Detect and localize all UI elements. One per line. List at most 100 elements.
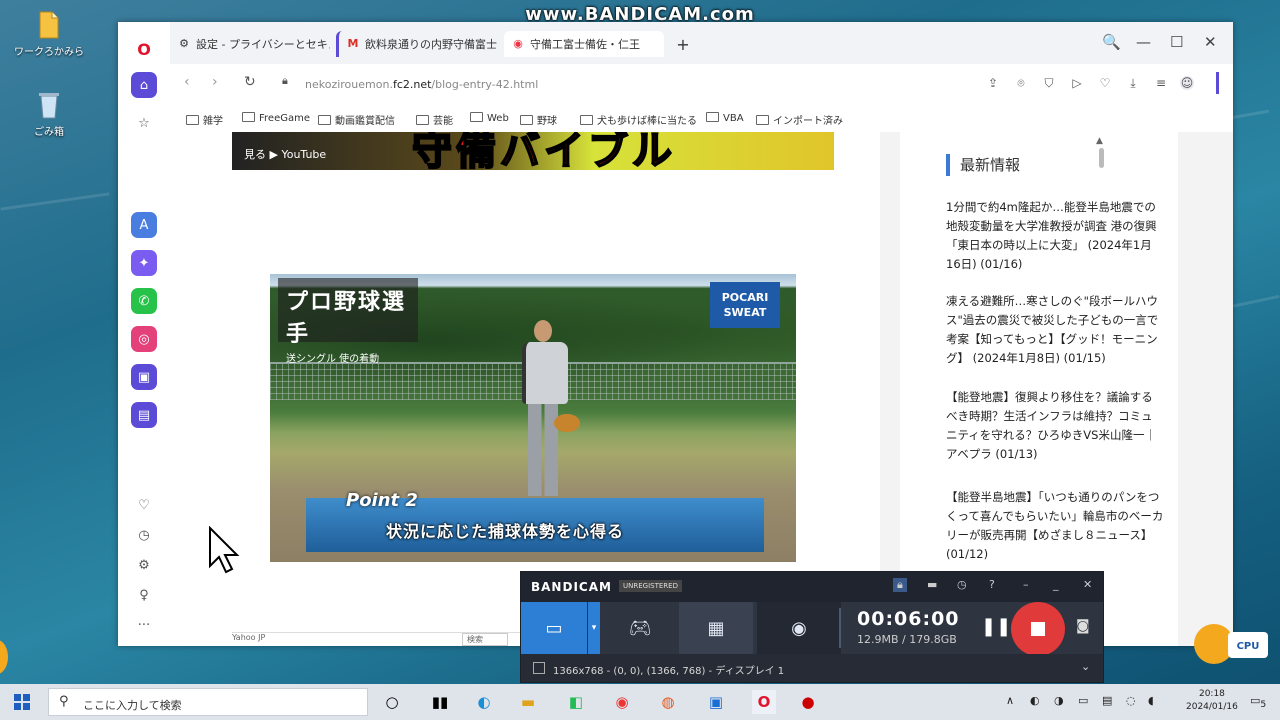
tab-blog[interactable]: ◉ 守備工富士備佐・仁王 <box>504 31 664 57</box>
volume-icon[interactable]: ◖ <box>1148 694 1154 707</box>
bookmark-folder[interactable]: インポート済み <box>756 112 843 127</box>
chevron-down-icon[interactable]: ⌄ <box>1081 660 1090 673</box>
scroll-up-icon[interactable]: ▲ <box>1096 136 1103 146</box>
widgets-icon[interactable]: ▮▮ <box>428 690 452 714</box>
tray-app-icon[interactable]: ◌ <box>1126 694 1136 707</box>
desktop-file-icon[interactable]: ワークろかみら <box>14 10 84 58</box>
tab-gmail[interactable]: M 飲料泉通りの内野守備富士 <box>336 31 500 57</box>
screen-mode-dropdown[interactable]: ▾ <box>588 602 600 654</box>
sidebar-toggle[interactable] <box>1216 72 1219 94</box>
download-icon[interactable]: ⤓ <box>1126 76 1140 90</box>
region-text: 1366x768 - (0, 0), (1366, 768) - ディスプレイ … <box>553 666 785 677</box>
restore-icon[interactable]: _ <box>1053 578 1059 591</box>
pause-button[interactable]: ❚❚ <box>981 616 1011 637</box>
edge-icon[interactable]: ◐ <box>472 690 496 714</box>
news-item[interactable]: 1分間で約4m隆起か…能登半島地震での地殻変動量を大学准教授が調査 港の復興「東… <box>946 198 1164 274</box>
camera-icon[interactable]: ⌾ <box>1014 76 1028 90</box>
video-caption: 状況に応じた捕球体勢を心得る <box>386 522 625 541</box>
news-item[interactable]: 【能登半島地震】「いつも通りのパンをつくって喜んでもらいたい」輪島市のベーカリー… <box>946 488 1164 564</box>
profile-icon[interactable]: ☺ <box>1180 76 1194 90</box>
menu-icon[interactable]: ≡ <box>1154 76 1168 90</box>
tray-app-icon[interactable]: ◐ <box>1030 694 1040 707</box>
minimize-button[interactable]: — <box>1136 33 1151 51</box>
bookmark-folder[interactable]: 野球 <box>520 112 557 127</box>
hdmi-mode-button[interactable]: ▦ <box>679 602 753 654</box>
workspace-icon[interactable]: ▣ <box>131 364 157 390</box>
news-item[interactable]: 【能登地震】復興より移住を？議論するべき時期？生活インフラは維持？コミュニティを… <box>946 388 1164 464</box>
network-icon[interactable]: ▭ <box>1078 694 1088 707</box>
scroll-thumb[interactable] <box>1099 148 1104 168</box>
cpu-widget[interactable]: CPU <box>1194 624 1276 664</box>
messenger-icon[interactable]: ✦ <box>131 250 157 276</box>
bookmark-folder[interactable]: 雑学 <box>186 112 223 127</box>
notification-icon[interactable]: ▭5 <box>1250 694 1266 710</box>
task-view-icon[interactable]: ○ <box>380 690 404 714</box>
tips-icon[interactable]: ♀ <box>131 582 157 608</box>
tray-chevron-icon[interactable]: ∧ <box>1006 694 1014 707</box>
bookmark-folder[interactable]: Web <box>470 112 509 124</box>
screen-mode-button[interactable]: ▭ <box>521 602 587 654</box>
floating-widget[interactable] <box>0 640 8 674</box>
history-icon[interactable]: ◷ <box>131 522 157 548</box>
stop-record-button[interactable] <box>1011 602 1065 656</box>
tray-app-icon[interactable]: ◑ <box>1054 694 1064 707</box>
firefox-icon[interactable]: ◍ <box>656 690 680 714</box>
tab-settings[interactable]: ⚙ 設定 - プライバシーとセキュリ <box>170 31 330 57</box>
lock-icon[interactable]: 🔒︎ <box>893 578 907 592</box>
taskbar-search-box[interactable]: ⚲ ここに入力して検索 <box>48 688 368 716</box>
chrome-icon[interactable]: ◉ <box>610 690 634 714</box>
desktop-recycle-bin[interactable]: ごみ箱 <box>14 90 84 138</box>
share-icon[interactable]: ⇪ <box>986 76 1000 90</box>
bookmark-folder[interactable]: 動画鑑賞配信 <box>318 112 395 127</box>
opera-logo-icon[interactable]: O <box>131 36 157 62</box>
maximize-button[interactable]: ☐ <box>1170 33 1183 51</box>
game-mode-button[interactable]: 🎮︎ <box>603 602 677 654</box>
heart-icon[interactable]: ♡ <box>131 492 157 518</box>
bookmark-folder[interactable]: VBA <box>706 112 744 124</box>
new-tab-button[interactable]: + <box>670 31 696 57</box>
forward-icon[interactable]: › <box>212 74 218 90</box>
news-item[interactable]: 凍える避難所…寒さしのぐ"段ボールハウス"過去の震災で被災した子どもの一言で考案… <box>946 292 1164 368</box>
player-icon[interactable]: ▤ <box>131 402 157 428</box>
minimize-icon[interactable]: – <box>1023 578 1029 591</box>
help-icon[interactable]: ? <box>989 578 995 591</box>
taskbar-clock[interactable]: 20:18 2024/01/16 <box>1186 688 1238 714</box>
shield-icon[interactable]: ⛉ <box>1042 76 1056 90</box>
more-icon[interactable]: ··· <box>131 612 157 638</box>
instagram-icon[interactable]: ◎ <box>131 326 157 352</box>
bookmark-folder[interactable]: FreeGame <box>242 112 310 124</box>
opera-taskbar-icon[interactable]: O <box>752 690 776 714</box>
url-text[interactable]: nekozirouemon.fc2.net/blog-entry-42.html <box>305 78 538 91</box>
back-icon[interactable]: ‹ <box>184 74 190 90</box>
send-icon[interactable]: ▷ <box>1070 76 1084 90</box>
bookmark-heart-icon[interactable]: ♡ <box>1098 76 1112 90</box>
settings-icon[interactable]: ⚙ <box>131 552 157 578</box>
whatsapp-icon[interactable]: ✆ <box>131 288 157 314</box>
bookmark-folder[interactable]: 犬も歩けば棒に当たる <box>580 112 697 127</box>
close-button[interactable]: ✕ <box>1204 33 1217 51</box>
explorer-icon[interactable]: ▬ <box>516 690 540 714</box>
embedded-video[interactable]: プロ野球選手 送シングル 使の着動 POCARI SWEAT Point 2 状… <box>270 274 796 562</box>
region-checkbox[interactable] <box>533 662 545 674</box>
banner-image[interactable]: 守備バイブル 見る ▶ YouTube <box>232 132 834 170</box>
store-icon[interactable]: ▣ <box>704 690 728 714</box>
bookmark-folder[interactable]: 芸能 <box>416 112 453 127</box>
close-icon[interactable]: ✕ <box>1083 578 1092 591</box>
teams-icon[interactable]: ◧ <box>564 690 588 714</box>
footer-search-box[interactable]: 検索 <box>462 633 508 646</box>
screenshot-button[interactable]: ◙ <box>1076 618 1090 634</box>
aria-icon[interactable]: A <box>131 212 157 238</box>
home-icon[interactable]: ⌂ <box>131 72 157 98</box>
star-icon[interactable]: ☆ <box>131 110 157 136</box>
tray-app-icon[interactable]: ▤ <box>1102 694 1112 707</box>
reload-icon[interactable]: ↻ <box>244 74 256 90</box>
bandicam-window[interactable]: BANDICAM UNREGISTERED 🔒︎ ▬ ◷ ? – _ ✕ ▭ ▾… <box>520 571 1104 683</box>
folder-icon[interactable]: ▬ <box>927 578 937 591</box>
tab-search-icon[interactable]: 🔍 <box>1102 33 1121 51</box>
clock-icon[interactable]: ◷ <box>957 578 967 591</box>
page-scrollbar[interactable]: ▲ ▼ <box>1096 110 1106 638</box>
lock-icon[interactable]: 🔒︎ <box>282 74 288 88</box>
windows-start-icon[interactable] <box>14 694 30 710</box>
bandicam-taskbar-icon[interactable]: ● <box>796 690 820 714</box>
webcam-mode-button[interactable]: ◉ <box>757 602 841 654</box>
